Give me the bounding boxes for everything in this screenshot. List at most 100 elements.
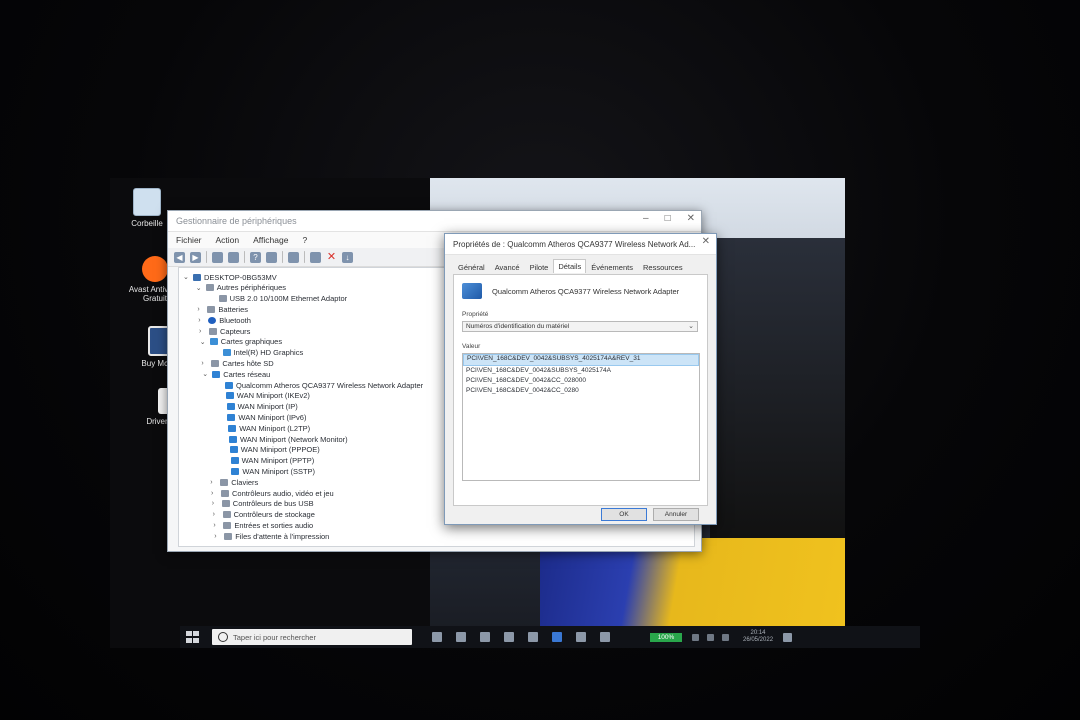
tree-item-label: WAN Miniport (PPPOE) [240,445,320,455]
tab-events[interactable]: Événements [586,260,638,274]
tree-item[interactable]: › Bluetooth [198,315,251,325]
tree-item[interactable]: › Claviers [210,477,258,487]
properties-view-icon[interactable] [212,251,223,263]
tree-item-label: WAN Miniport (IKEv2) [236,391,310,401]
menu-action[interactable]: Action [216,235,240,245]
tree-item[interactable]: › Batteries [197,304,248,314]
search-box[interactable]: Taper ici pour rechercher [212,629,412,645]
tree-item[interactable]: ⌄ Autres périphériques [196,283,286,293]
display-adapter-icon [209,338,218,346]
value-list-item[interactable]: PCI\VEN_168C&DEV_0042&SUBSYS_4025174A [463,366,699,376]
chevron-right-icon[interactable]: › [214,533,221,540]
device-manager-titlebar[interactable]: Gestionnaire de périphériques – □ ✕ [168,211,701,232]
chevron-right-icon[interactable]: › [201,360,208,367]
chevron-down-icon[interactable]: ⌄ [200,338,207,346]
start-button[interactable] [186,631,200,643]
value-list-item[interactable]: PCI\VEN_168C&DEV_0042&SUBSYS_4025174A&RE… [463,354,699,366]
chevron-right-icon[interactable]: › [197,306,204,313]
store-icon[interactable] [504,632,514,642]
download-icon[interactable]: ↓ [342,251,353,263]
value-list[interactable]: PCI\VEN_168C&DEV_0042&SUBSYS_4025174A&RE… [462,353,700,481]
tree-item[interactable]: › Contrôleurs de stockage [213,510,315,520]
tree-item-label: WAN Miniport (IP) [237,402,298,412]
menu-help[interactable]: ? [302,235,307,245]
chevron-down-icon[interactable]: ⌄ [202,370,209,378]
chevron-right-icon[interactable]: › [213,511,220,518]
settings-icon[interactable] [600,632,610,642]
tree-item[interactable]: ⌄ DESKTOP-0BG53MV [183,272,277,282]
property-label: Propriété [462,311,489,318]
clock[interactable]: 20:14 26/05/2022 [743,630,773,644]
tree-item[interactable]: USB 2.0 10/100M Ethernet Adaptor [209,294,347,304]
language-icon[interactable] [722,633,729,641]
device-manager-taskbar-icon[interactable] [576,632,586,642]
tab-general[interactable]: Général [453,260,490,274]
tree-item[interactable]: › Contrôleurs de bus USB [212,499,314,509]
tree-item[interactable]: WAN Miniport (L2TP) [218,423,310,433]
tree-item[interactable]: WAN Miniport (PPTP) [221,456,314,466]
tree-item[interactable]: WAN Miniport (SSTP) [221,466,315,476]
tree-item[interactable]: WAN Miniport (IP) [217,402,298,412]
value-list-item[interactable]: PCI\VEN_168C&DEV_0042&CC_0280 [463,386,699,396]
value-list-item[interactable]: PCI\VEN_168C&DEV_0042&CC_028000 [463,376,699,386]
properties-titlebar[interactable]: Propriétés de : Qualcomm Atheros QCA9377… [445,234,716,255]
menu-affichage[interactable]: Affichage [253,235,288,245]
tree-item[interactable]: Qualcomm Atheros QCA9377 Wireless Networ… [215,380,423,390]
chevron-right-icon[interactable]: › [212,500,219,507]
chevron-right-icon[interactable]: › [211,490,218,497]
monitor-icon[interactable] [288,251,299,263]
tree-item-label: Claviers [231,477,259,487]
property-select[interactable]: Numéros d'identification du matériel ⌄ [462,321,698,332]
computer-icon [193,273,201,281]
chevron-down-icon[interactable]: ⌄ [183,273,190,281]
list-view-icon[interactable] [228,251,239,263]
tree-item[interactable]: WAN Miniport (IPv6) [217,412,306,422]
tree-item[interactable]: ⌄ Cartes graphiques [200,337,282,347]
tree-item[interactable]: WAN Miniport (IKEv2) [216,391,310,401]
menu-fichier[interactable]: Fichier [176,235,202,245]
close-icon[interactable]: ✕ [687,213,695,224]
task-view-icon[interactable] [432,632,442,642]
battery-indicator[interactable]: 100% [650,632,682,642]
chevron-right-icon[interactable]: › [210,479,217,486]
maximize-icon[interactable]: □ [665,213,671,224]
edge-icon[interactable] [456,632,466,642]
properties-dialog[interactable]: Propriétés de : Qualcomm Atheros QCA9377… [444,233,717,525]
tree-item[interactable]: › Entrées et sorties audio [213,520,313,530]
toolbar-separator [206,251,207,263]
cancel-button[interactable]: Annuler [653,508,699,521]
app-icon[interactable] [552,632,562,642]
close-icon[interactable]: ✕ [702,236,710,247]
tab-details[interactable]: Détails [553,259,587,273]
back-icon[interactable]: ◀ [174,251,185,263]
help-icon[interactable]: ? [250,251,261,263]
network-adapter-icon [228,424,237,432]
file-explorer-icon[interactable] [480,632,490,642]
usb-icon [221,500,230,508]
chevron-right-icon[interactable]: › [198,317,205,324]
scan-hardware-icon[interactable] [310,251,321,263]
tab-driver[interactable]: Pilote [525,260,554,274]
tree-item[interactable]: › Capteurs [199,326,250,336]
minimize-icon[interactable]: – [643,213,649,224]
tab-advanced[interactable]: Avancé [490,260,525,274]
ok-button[interactable]: OK [601,508,647,521]
tree-item[interactable]: WAN Miniport (PPPOE) [220,445,320,455]
notifications-icon[interactable] [783,632,793,642]
forward-icon[interactable]: ▶ [190,251,201,263]
tree-item[interactable]: › Files d'attente à l'impression [214,531,329,541]
network-icon[interactable] [692,633,699,641]
update-driver-icon[interactable] [266,251,277,263]
tree-item[interactable]: › Contrôleurs audio, vidéo et jeu [211,488,334,498]
tree-item[interactable]: › Cartes hôte SD [201,358,273,368]
tab-resources[interactable]: Ressources [638,260,688,274]
chevron-right-icon[interactable]: › [213,522,220,529]
tree-item[interactable]: ⌄ Cartes réseau [202,369,270,379]
tree-item[interactable]: Intel(R) HD Graphics [213,348,303,358]
uninstall-icon[interactable]: ✕ [326,251,337,263]
tree-item[interactable]: WAN Miniport (Network Monitor) [219,434,348,444]
chevron-right-icon[interactable]: › [199,328,206,335]
mail-icon[interactable] [528,632,538,642]
volume-icon[interactable] [707,633,714,641]
chevron-down-icon[interactable]: ⌄ [196,284,203,292]
